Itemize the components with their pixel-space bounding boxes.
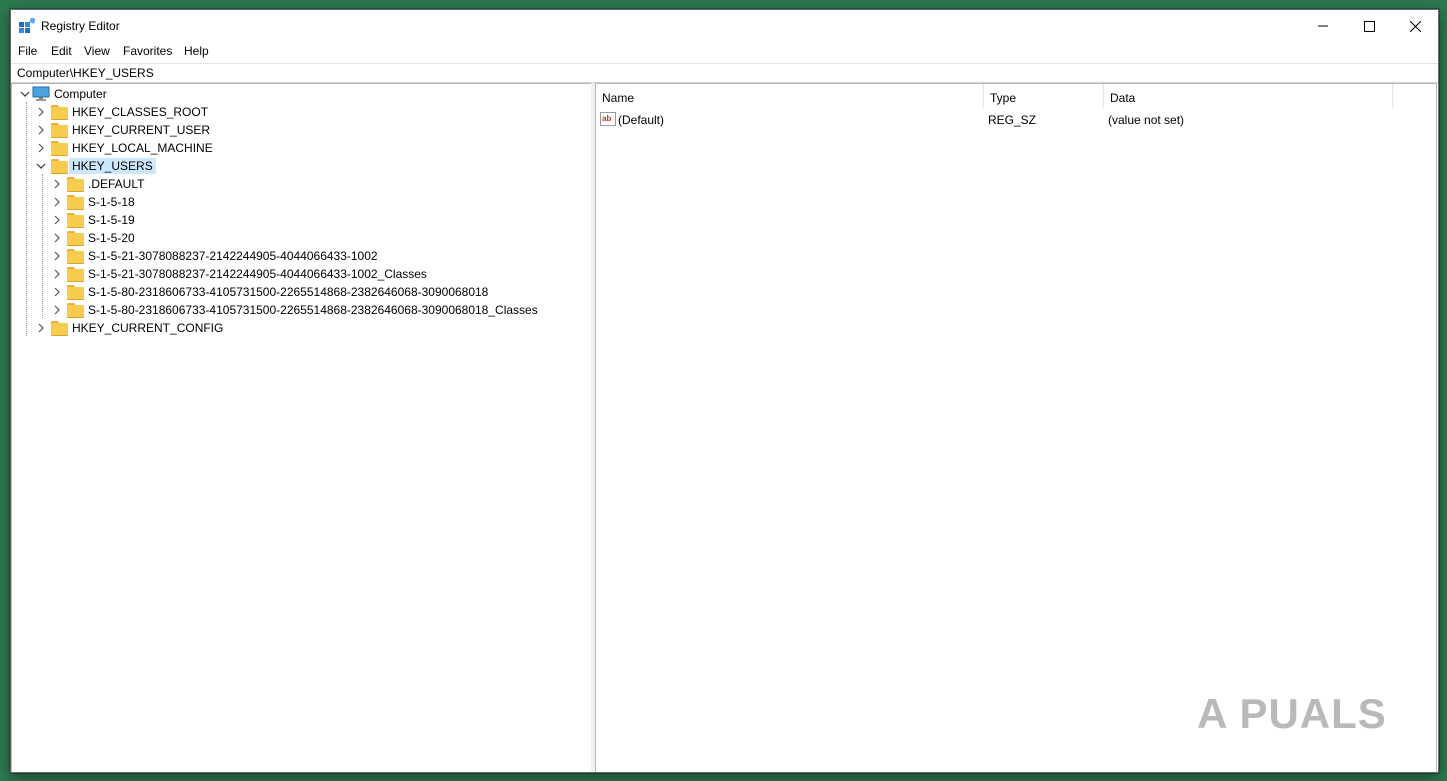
values-list-pane[interactable]: Name Type Data ab (Default) REG_SZ (valu… [595, 83, 1437, 772]
tree-guide-line [42, 174, 43, 318]
computer-icon [32, 86, 50, 101]
maximize-button[interactable] [1346, 10, 1392, 42]
column-header-name[interactable]: Name [596, 84, 982, 108]
menu-file[interactable]: File [18, 44, 37, 58]
column-header-label: Type [990, 91, 1017, 105]
folder-icon [67, 195, 85, 210]
chevron-right-icon[interactable] [50, 283, 64, 301]
column-header-label: Name [602, 91, 635, 105]
chevron-right-icon[interactable] [50, 247, 64, 265]
minimize-button[interactable] [1300, 10, 1346, 42]
chevron-right-icon[interactable] [34, 139, 48, 157]
close-icon [1409, 20, 1421, 32]
watermark-logo: A PUALS [1197, 690, 1387, 737]
tree-item-user-sid[interactable]: S-1-5-21-3078088237-2142244905-404406643… [50, 247, 570, 265]
folder-icon [67, 249, 85, 264]
tree-label: S-1-5-80-2318606733-4105731500-226551486… [88, 285, 489, 299]
tree-item-s-1-5-18[interactable]: S-1-5-18 [50, 193, 570, 211]
chevron-right-icon[interactable] [50, 301, 64, 319]
folder-icon [51, 123, 69, 138]
svg-text:ab: ab [602, 114, 611, 123]
value-name: (Default) [618, 113, 665, 127]
folder-icon [51, 159, 69, 174]
menu-view[interactable]: View [84, 44, 110, 58]
tree-label: HKEY_CURRENT_CONFIG [72, 321, 224, 335]
chevron-down-icon[interactable] [18, 85, 32, 103]
folder-icon [67, 285, 85, 300]
column-header-data[interactable]: Data [1104, 84, 1392, 108]
folder-icon [67, 303, 85, 318]
folder-icon [51, 141, 69, 156]
tree-item-default[interactable]: .DEFAULT [50, 175, 570, 193]
table-row[interactable]: ab (Default) REG_SZ (value not set) [596, 109, 1436, 129]
registry-editor-window: Registry Editor File Edit View Favorites… [10, 9, 1439, 773]
chevron-right-icon[interactable] [50, 175, 64, 193]
tree-label: HKEY_LOCAL_MACHINE [72, 141, 213, 155]
registry-editor-icon [19, 18, 35, 33]
menu-bar: File Edit View Favorites Help [11, 42, 1438, 62]
address-path[interactable]: Computer\HKEY_USERS [17, 66, 154, 80]
chevron-right-icon[interactable] [50, 229, 64, 247]
column-divider[interactable] [1392, 84, 1393, 108]
tree-item-hkey-classes-root[interactable]: HKEY_CLASSES_ROOT [34, 103, 234, 121]
maximize-icon [1363, 20, 1375, 32]
close-button[interactable] [1392, 10, 1438, 42]
minimize-icon [1318, 25, 1328, 27]
tree-label: S-1-5-19 [88, 213, 135, 227]
tree-item-s-1-5-20[interactable]: S-1-5-20 [50, 229, 570, 247]
tree-item-hkey-local-machine[interactable]: HKEY_LOCAL_MACHINE [34, 139, 234, 157]
chevron-right-icon[interactable] [34, 103, 48, 121]
column-header-label: Data [1110, 91, 1136, 105]
tree-label: .DEFAULT [88, 177, 145, 191]
tree-item-user-sid-classes[interactable]: S-1-5-21-3078088237-2142244905-404406643… [50, 265, 570, 283]
key-tree-pane[interactable]: Computer HKEY_CLASSES_ROOT HKEY_CURRENT_… [11, 83, 592, 772]
window-title: Registry Editor [41, 19, 120, 33]
tree-label-selected: HKEY_USERS [69, 158, 156, 174]
tree-label: S-1-5-18 [88, 195, 135, 209]
folder-icon [51, 321, 69, 336]
tree-label: S-1-5-20 [88, 231, 135, 245]
chevron-down-icon[interactable] [34, 157, 48, 175]
tree-item-hkey-current-config[interactable]: HKEY_CURRENT_CONFIG [34, 319, 234, 337]
string-value-icon: ab [600, 112, 616, 126]
tree-label: HKEY_CLASSES_ROOT [72, 105, 209, 119]
folder-icon [51, 105, 69, 120]
tree-label: HKEY_CURRENT_USER [72, 123, 211, 137]
tree-label: S-1-5-21-3078088237-2142244905-404406643… [88, 249, 378, 263]
folder-icon [67, 267, 85, 282]
chevron-right-icon[interactable] [34, 121, 48, 139]
folder-icon [67, 231, 85, 246]
tree-label: S-1-5-80-2318606733-4105731500-226551486… [88, 303, 538, 317]
title-bar[interactable]: Registry Editor [11, 10, 1438, 42]
menu-edit[interactable]: Edit [51, 44, 72, 58]
tree-label-computer: Computer [54, 87, 107, 101]
tree-label: S-1-5-21-3078088237-2142244905-404406643… [88, 267, 427, 281]
chevron-right-icon[interactable] [50, 193, 64, 211]
chevron-right-icon[interactable] [34, 319, 48, 337]
tree-item-service-sid[interactable]: S-1-5-80-2318606733-4105731500-226551486… [50, 283, 570, 301]
menu-help[interactable]: Help [184, 44, 209, 58]
column-header-type[interactable]: Type [984, 84, 1102, 108]
value-data: (value not set) [1108, 113, 1185, 127]
folder-icon [67, 213, 85, 228]
tree-item-service-sid-classes[interactable]: S-1-5-80-2318606733-4105731500-226551486… [50, 301, 570, 319]
tree-item-hkey-current-user[interactable]: HKEY_CURRENT_USER [34, 121, 234, 139]
chevron-right-icon[interactable] [50, 211, 64, 229]
tree-item-computer[interactable]: Computer [18, 85, 218, 103]
tree-guide-line [26, 102, 27, 336]
chevron-right-icon[interactable] [50, 265, 64, 283]
address-bar[interactable]: Computer\HKEY_USERS [11, 63, 1438, 83]
menu-favorites[interactable]: Favorites [123, 44, 172, 58]
folder-icon [67, 177, 85, 192]
tree-item-hkey-users[interactable]: HKEY_USERS [34, 157, 234, 175]
value-type: REG_SZ [988, 113, 1037, 127]
tree-item-s-1-5-19[interactable]: S-1-5-19 [50, 211, 570, 229]
